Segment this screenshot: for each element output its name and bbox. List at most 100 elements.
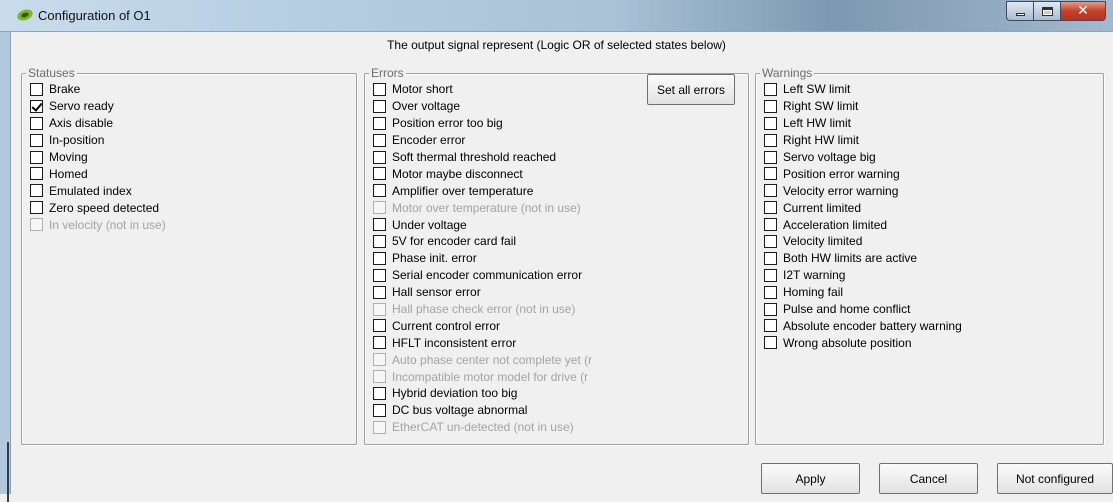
status-checkbox-row[interactable]: Brake bbox=[30, 81, 166, 98]
checkbox[interactable] bbox=[764, 319, 777, 333]
error-checkbox-row[interactable]: Motor maybe disconnect bbox=[373, 165, 592, 182]
error-checkbox-row[interactable]: Encoder error bbox=[373, 132, 592, 149]
error-checkbox-row[interactable]: HFLT inconsistent error bbox=[373, 334, 592, 351]
checkbox[interactable] bbox=[764, 336, 777, 350]
maximize-button[interactable] bbox=[1033, 1, 1060, 21]
checkbox[interactable] bbox=[373, 386, 386, 400]
error-checkbox-row[interactable]: Soft thermal threshold reached bbox=[373, 149, 592, 166]
checkbox[interactable] bbox=[373, 167, 386, 181]
status-checkbox-row[interactable]: Moving bbox=[30, 149, 166, 166]
warning-checkbox-row[interactable]: Position error warning bbox=[764, 165, 962, 182]
checkbox[interactable] bbox=[764, 251, 777, 265]
set-all-errors-button[interactable]: Set all errors bbox=[647, 74, 735, 105]
close-button[interactable]: ✕ bbox=[1060, 1, 1106, 21]
warnings-group: Warnings Left SW limit Right SW limit Left… bbox=[755, 66, 1104, 445]
status-checkbox-row[interactable]: In-position bbox=[30, 132, 166, 149]
checkbox[interactable] bbox=[764, 201, 777, 215]
checkbox[interactable] bbox=[30, 167, 43, 181]
checkbox[interactable] bbox=[373, 116, 386, 130]
error-checkbox-row[interactable]: DC bus voltage abnormal bbox=[373, 402, 592, 419]
warning-checkbox-row[interactable]: Velocity limited bbox=[764, 233, 962, 250]
warning-checkbox-row[interactable]: Wrong absolute position bbox=[764, 334, 962, 351]
statuses-group: Statuses Brake Servo ready Axis disable In-… bbox=[21, 66, 357, 445]
warning-checkbox-row[interactable]: Absolute encoder battery warning bbox=[764, 317, 962, 334]
error-checkbox-label: Over voltage bbox=[392, 99, 461, 114]
checkbox[interactable] bbox=[373, 336, 386, 350]
not-configured-button[interactable]: Not configured bbox=[997, 463, 1113, 494]
checkbox[interactable] bbox=[764, 268, 777, 282]
status-checkbox-row[interactable]: Homed bbox=[30, 165, 166, 182]
checkbox[interactable] bbox=[30, 150, 43, 164]
checkbox[interactable] bbox=[764, 234, 777, 248]
status-checkbox-label: Axis disable bbox=[49, 116, 114, 131]
warning-checkbox-row[interactable]: Acceleration limited bbox=[764, 216, 962, 233]
checkbox-checked[interactable] bbox=[30, 99, 43, 113]
checkbox[interactable] bbox=[764, 285, 777, 299]
checkbox[interactable] bbox=[373, 251, 386, 265]
error-checkbox-row[interactable]: Current control error bbox=[373, 317, 592, 334]
status-checkbox-label: Emulated index bbox=[49, 183, 132, 198]
warning-checkbox-row[interactable]: Current limited bbox=[764, 199, 962, 216]
error-checkbox-row[interactable]: Phase init. error bbox=[373, 250, 592, 267]
checkbox[interactable] bbox=[30, 82, 43, 96]
error-checkbox-row[interactable]: Motor short bbox=[373, 81, 592, 98]
checkbox[interactable] bbox=[764, 184, 777, 198]
checkbox[interactable] bbox=[373, 99, 386, 113]
checkbox[interactable] bbox=[30, 133, 43, 147]
checkbox[interactable] bbox=[30, 184, 43, 198]
checkbox[interactable] bbox=[373, 285, 386, 299]
checkbox[interactable] bbox=[764, 150, 777, 164]
checkbox[interactable] bbox=[373, 234, 386, 248]
warning-checkbox-row[interactable]: I2T warning bbox=[764, 267, 962, 284]
error-checkbox-row[interactable]: 5V for encoder card fail bbox=[373, 233, 592, 250]
error-checkbox-row[interactable]: Amplifier over temperature bbox=[373, 182, 592, 199]
checkbox[interactable] bbox=[764, 167, 777, 181]
error-checkbox-label: Hall phase check error (not in use) bbox=[392, 302, 576, 317]
warning-checkbox-row[interactable]: Right HW limit bbox=[764, 132, 962, 149]
warning-checkbox-row[interactable]: Left SW limit bbox=[764, 81, 962, 98]
cancel-button[interactable]: Cancel bbox=[879, 463, 978, 494]
error-checkbox-row[interactable]: Hall sensor error bbox=[373, 284, 592, 301]
checkbox[interactable] bbox=[373, 150, 386, 164]
checkbox[interactable] bbox=[373, 268, 386, 282]
error-checkbox-row[interactable]: Position error too big bbox=[373, 115, 592, 132]
warning-checkbox-row[interactable]: Homing fail bbox=[764, 284, 962, 301]
status-checkbox-row[interactable]: Emulated index bbox=[30, 182, 166, 199]
checkbox[interactable] bbox=[373, 319, 386, 333]
checkbox[interactable] bbox=[764, 218, 777, 232]
status-checkbox-label: Homed bbox=[49, 166, 88, 181]
checkbox[interactable] bbox=[373, 184, 386, 198]
checkbox[interactable] bbox=[30, 116, 43, 130]
error-checkbox-row[interactable]: Serial encoder communication error bbox=[373, 267, 592, 284]
status-checkbox-row[interactable]: Servo ready bbox=[30, 98, 166, 115]
title-bar[interactable]: Configuration of O1 ✕ bbox=[0, 0, 1113, 32]
checkbox[interactable] bbox=[764, 302, 777, 316]
warning-checkbox-label: Acceleration limited bbox=[783, 217, 888, 232]
checkbox[interactable] bbox=[373, 218, 386, 232]
apply-button[interactable]: Apply bbox=[761, 463, 860, 494]
checkbox[interactable] bbox=[764, 116, 777, 130]
error-checkbox-row[interactable]: Under voltage bbox=[373, 216, 592, 233]
checkbox[interactable] bbox=[373, 133, 386, 147]
warning-checkbox-label: Both HW limits are active bbox=[783, 251, 918, 266]
checkbox[interactable] bbox=[373, 403, 386, 417]
errors-legend: Errors bbox=[369, 66, 406, 80]
checkbox[interactable] bbox=[30, 201, 43, 215]
warning-checkbox-row[interactable]: Both HW limits are active bbox=[764, 250, 962, 267]
warning-checkbox-row[interactable]: Right SW limit bbox=[764, 98, 962, 115]
warning-checkbox-row[interactable]: Left HW limit bbox=[764, 115, 962, 132]
warnings-list: Left SW limit Right SW limit Left HW limit… bbox=[764, 81, 962, 351]
status-checkbox-row[interactable]: Zero speed detected bbox=[30, 199, 166, 216]
minimize-button[interactable] bbox=[1006, 1, 1033, 21]
checkbox[interactable] bbox=[764, 99, 777, 113]
warning-checkbox-row[interactable]: Servo voltage big bbox=[764, 149, 962, 166]
status-checkbox-row[interactable]: Axis disable bbox=[30, 115, 166, 132]
error-checkbox-row[interactable]: Hybrid deviation too big bbox=[373, 385, 592, 402]
error-checkbox-label: Hybrid deviation too big bbox=[392, 386, 518, 401]
checkbox[interactable] bbox=[373, 82, 386, 96]
checkbox[interactable] bbox=[764, 133, 777, 147]
warning-checkbox-row[interactable]: Velocity error warning bbox=[764, 182, 962, 199]
error-checkbox-row[interactable]: Over voltage bbox=[373, 98, 592, 115]
checkbox[interactable] bbox=[764, 82, 777, 96]
warning-checkbox-row[interactable]: Pulse and home conflict bbox=[764, 301, 962, 318]
